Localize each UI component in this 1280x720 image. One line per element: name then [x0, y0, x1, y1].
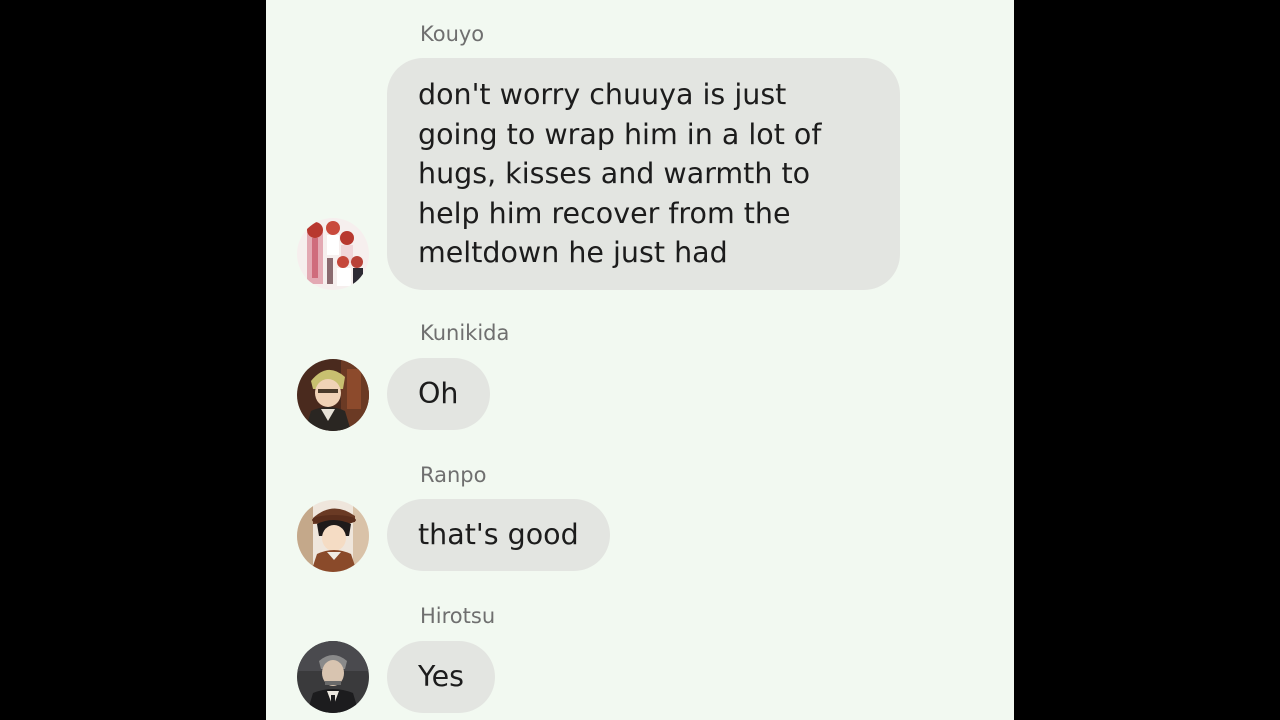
message-text-line: that's good [418, 518, 579, 551]
kunikida-avatar[interactable] [297, 359, 369, 431]
message-text-line: hugs, kisses and warmth to [418, 157, 811, 190]
message-bubble[interactable]: that's good [387, 499, 610, 571]
message-bubble[interactable]: Yes [387, 641, 496, 713]
ranpo-avatar[interactable] [297, 500, 369, 572]
sender-name: Hirotsu [420, 604, 496, 628]
sender-name: Ranpo [420, 463, 487, 487]
video-frame: Kouyo don't worry chuuya is just going t… [0, 0, 1280, 720]
message-text-line: don't worry chuuya is just [418, 78, 787, 111]
message-bubble[interactable]: Oh [387, 358, 490, 430]
message-text-line: Yes [418, 660, 465, 693]
sender-name: Kunikida [420, 321, 510, 345]
message-bubble[interactable]: don't worry chuuya is just going to wrap… [387, 58, 900, 290]
message-text-line: going to wrap him in a lot of [418, 117, 822, 151]
sender-name: Kouyo [420, 22, 485, 46]
chat-panel[interactable]: Kouyo don't worry chuuya is just going t… [266, 0, 1014, 720]
hirotsu-avatar[interactable] [297, 641, 369, 713]
message-text-line: Oh [418, 377, 459, 410]
kouyo-avatar[interactable] [297, 218, 369, 290]
message-text-line: help him recover from the [418, 196, 791, 230]
message-text-line: meltdown he just had [418, 236, 728, 269]
